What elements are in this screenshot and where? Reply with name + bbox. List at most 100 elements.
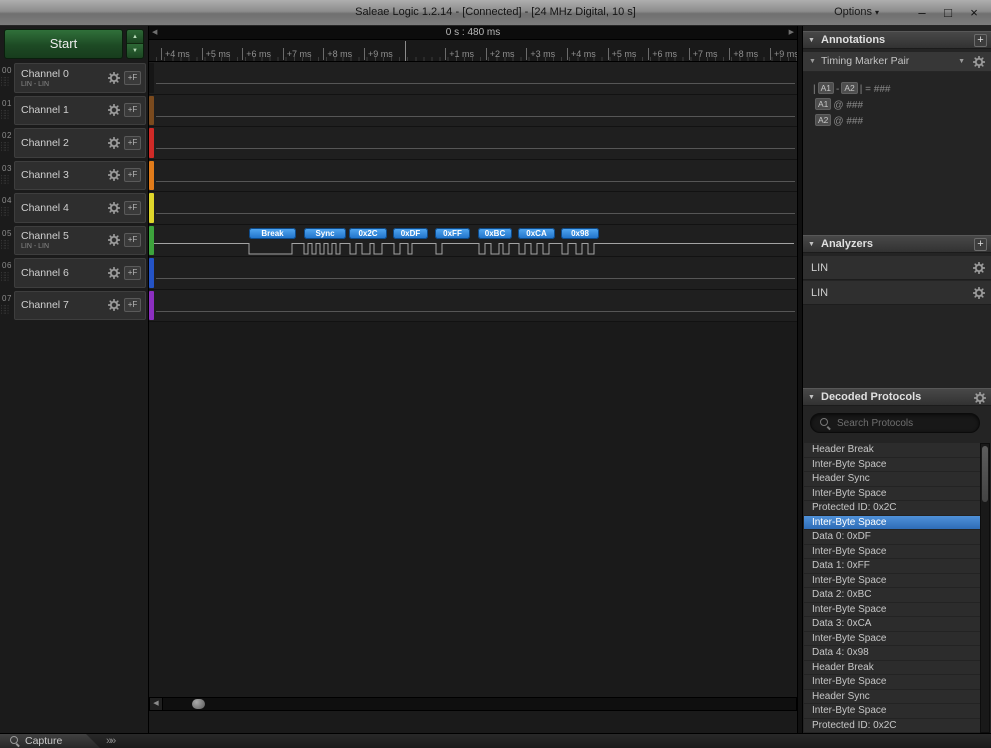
channel-settings-gear-icon[interactable] bbox=[107, 266, 121, 280]
decode-bubble[interactable]: Break bbox=[249, 227, 296, 239]
decoded-protocols-gear-icon[interactable] bbox=[973, 391, 987, 405]
analyzer-settings-gear-icon[interactable] bbox=[972, 286, 986, 300]
channel-settings-gear-icon[interactable] bbox=[107, 233, 121, 247]
collapse-triangle-icon[interactable]: ▼ bbox=[808, 236, 815, 253]
protocol-list-item[interactable]: Inter-Byte Space bbox=[804, 631, 980, 646]
channel-trigger-button[interactable]: +F bbox=[124, 70, 141, 85]
waveform-row[interactable] bbox=[149, 62, 797, 95]
protocol-list-item[interactable]: Header Sync bbox=[804, 689, 980, 704]
decode-bubble[interactable]: Sync bbox=[304, 227, 346, 239]
timing-marker-pair-row[interactable]: ▼ Timing Marker Pair ▼ bbox=[803, 52, 991, 72]
annotations-header[interactable]: ▼ Annotations + bbox=[803, 31, 991, 49]
horizontal-scrollbar-thumb[interactable] bbox=[192, 699, 205, 709]
protocol-list-item[interactable]: Header Sync bbox=[804, 472, 980, 487]
channel-card[interactable]: Channel 3 +F bbox=[14, 160, 146, 190]
channel-settings-gear-icon[interactable] bbox=[107, 298, 121, 312]
options-menu-button[interactable]: Options ▾ bbox=[834, 6, 879, 18]
protocol-list-item[interactable]: Data 4: 0x98 bbox=[804, 646, 980, 661]
maximize-button[interactable]: □ bbox=[935, 3, 961, 23]
add-annotation-button[interactable]: + bbox=[974, 34, 987, 47]
protocols-scrollbar-thumb[interactable] bbox=[982, 446, 988, 502]
decode-bubble[interactable]: 0x98 bbox=[561, 227, 599, 239]
channel-card[interactable]: Channel 5 LIN - LIN +F bbox=[14, 225, 146, 255]
channel-card[interactable]: Channel 1 +F bbox=[14, 95, 146, 125]
protocol-list-item[interactable]: Inter-Byte Space bbox=[804, 573, 980, 588]
minimize-button[interactable]: – bbox=[909, 3, 935, 23]
analyzer-row[interactable]: LIN bbox=[803, 281, 991, 305]
marker-dropdown-icon[interactable]: ▼ bbox=[958, 52, 965, 71]
drag-handle-icon[interactable]: ∷∷ ∷∷ bbox=[1, 175, 9, 186]
collapse-triangle-icon[interactable]: ▼ bbox=[808, 32, 815, 49]
protocol-list-item[interactable]: Inter-Byte Space bbox=[804, 486, 980, 501]
decode-bubble[interactable]: 0xFF bbox=[435, 227, 470, 239]
protocol-list-item[interactable]: Inter-Byte Space bbox=[804, 457, 980, 472]
waveform-row[interactable] bbox=[149, 159, 797, 192]
capture-tab[interactable]: Capture bbox=[0, 734, 100, 748]
protocol-list-item[interactable]: Inter-Byte Space bbox=[804, 602, 980, 617]
channel-settings-gear-icon[interactable] bbox=[107, 71, 121, 85]
decoded-protocols-header[interactable]: ▼ Decoded Protocols bbox=[803, 388, 991, 406]
channel-trigger-button[interactable]: +F bbox=[124, 298, 141, 313]
protocol-list-item[interactable]: Protected ID: 0x2C bbox=[804, 501, 980, 516]
channel-card[interactable]: Channel 2 +F bbox=[14, 128, 146, 158]
protocol-list-item[interactable]: Inter-Byte Space bbox=[804, 675, 980, 690]
channel-card[interactable]: Channel 0 LIN - LIN +F bbox=[14, 63, 146, 93]
protocol-list-item[interactable]: Data 2: 0xBC bbox=[804, 588, 980, 603]
drag-handle-icon[interactable]: ∷∷ ∷∷ bbox=[1, 110, 9, 121]
drag-handle-icon[interactable]: ∷∷ ∷∷ bbox=[1, 77, 9, 88]
protocol-search-box[interactable] bbox=[810, 413, 980, 433]
waveform-row[interactable] bbox=[149, 192, 797, 225]
drag-handle-icon[interactable]: ∷∷ ∷∷ bbox=[1, 207, 9, 218]
channel-settings-gear-icon[interactable] bbox=[107, 168, 121, 182]
analyzers-header[interactable]: ▼ Analyzers + bbox=[803, 235, 991, 253]
marker-settings-gear-icon[interactable] bbox=[972, 55, 986, 69]
analyzer-settings-gear-icon[interactable] bbox=[972, 261, 986, 275]
channel-settings-gear-icon[interactable] bbox=[107, 201, 121, 215]
waveform-row[interactable] bbox=[149, 257, 797, 290]
channel-trigger-button[interactable]: +F bbox=[124, 135, 141, 150]
channel-trigger-button[interactable]: +F bbox=[124, 233, 141, 248]
waveform-row[interactable] bbox=[149, 289, 797, 322]
protocol-list-item[interactable]: Header Break bbox=[804, 443, 980, 458]
spinner-down-icon[interactable]: ▼ bbox=[127, 44, 143, 58]
channel-trigger-button[interactable]: +F bbox=[124, 103, 141, 118]
collapse-triangle-icon[interactable]: ▼ bbox=[809, 52, 816, 71]
decode-bubble[interactable]: 0x2C bbox=[349, 227, 387, 239]
protocol-search-input[interactable] bbox=[837, 416, 971, 430]
drag-handle-icon[interactable]: ∷∷ ∷∷ bbox=[1, 240, 9, 251]
channel-card[interactable]: Channel 6 +F bbox=[14, 258, 146, 288]
protocol-list-item[interactable]: Protected ID: 0x2C bbox=[804, 718, 980, 733]
protocol-list-item[interactable]: Inter-Byte Space bbox=[804, 515, 980, 530]
channel-settings-gear-icon[interactable] bbox=[107, 103, 121, 117]
channel-trigger-button[interactable]: +F bbox=[124, 265, 141, 280]
protocol-list-item[interactable]: Data 0: 0xDF bbox=[804, 530, 980, 545]
timeline-major-bar[interactable]: ◀ 0 s : 480 ms ▶ bbox=[149, 26, 797, 40]
protocol-list-item[interactable]: Header Break bbox=[804, 660, 980, 675]
waveform-row[interactable] bbox=[149, 127, 797, 160]
scroll-left-icon[interactable]: ◀ bbox=[150, 698, 163, 710]
start-capture-button[interactable]: Start bbox=[4, 29, 123, 59]
decode-bubble[interactable]: 0xBC bbox=[478, 227, 512, 239]
waveform-area[interactable]: ◀ 0 s : 480 ms ▶ +4 ms +5 ms +6 ms +7 ms +8 … bbox=[148, 26, 799, 733]
expand-chevrons-icon[interactable]: »» bbox=[106, 734, 116, 748]
add-analyzer-button[interactable]: + bbox=[974, 238, 987, 251]
channel-card[interactable]: Channel 7 +F bbox=[14, 290, 146, 320]
drag-handle-icon[interactable]: ∷∷ ∷∷ bbox=[1, 272, 9, 283]
collapse-triangle-icon[interactable]: ▼ bbox=[808, 389, 815, 406]
timeline-ruler[interactable]: +4 ms +5 ms +6 ms +7 ms +8 ms +9 ms +1 ms +2 ms… bbox=[149, 40, 799, 62]
spinner-up-icon[interactable]: ▲ bbox=[127, 30, 143, 44]
analyzer-row[interactable]: LIN bbox=[803, 256, 991, 280]
decode-bubble[interactable]: 0xDF bbox=[393, 227, 428, 239]
protocols-scrollbar[interactable] bbox=[980, 443, 990, 733]
drag-handle-icon[interactable]: ∷∷ ∷∷ bbox=[1, 142, 9, 153]
waveform-row[interactable] bbox=[149, 94, 797, 127]
channel-card[interactable]: Channel 4 +F bbox=[14, 193, 146, 223]
close-button[interactable]: × bbox=[961, 3, 987, 23]
protocol-list-item[interactable]: Data 3: 0xCA bbox=[804, 617, 980, 632]
horizontal-scrollbar[interactable]: ◀ bbox=[149, 697, 797, 711]
protocol-list-item[interactable]: Inter-Byte Space bbox=[804, 704, 980, 719]
waveform-row[interactable]: Break Sync 0x2C 0xDF 0xFF 0xBC 0xCA 0x98 bbox=[149, 224, 797, 257]
channel-settings-gear-icon[interactable] bbox=[107, 136, 121, 150]
channel-trigger-button[interactable]: +F bbox=[124, 200, 141, 215]
decode-bubble[interactable]: 0xCA bbox=[518, 227, 555, 239]
